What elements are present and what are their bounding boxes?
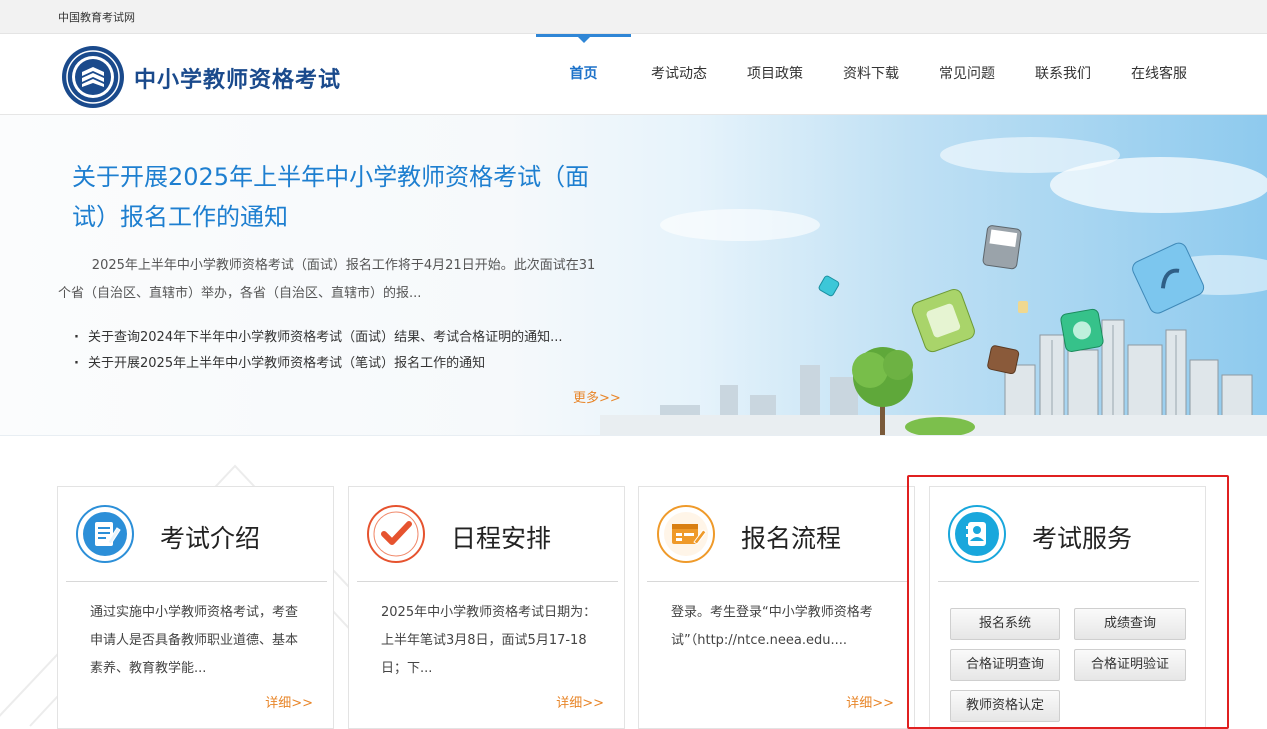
card-exam-intro: 考试介绍 通过实施中小学教师资格考试，考查申请人是否具备教师职业道德、基本素养、… xyxy=(57,486,334,729)
card-detail-link[interactable]: 详细>> xyxy=(265,692,313,711)
card-schedule: 日程安排 2025年中小学教师资格考试日期为：上半年笔试3月8日，面试5月17-… xyxy=(348,486,625,729)
certificate-verify-button[interactable]: 合格证明验证 xyxy=(1074,649,1186,681)
nav-online-service[interactable]: 在线客服 xyxy=(1111,34,1207,115)
card-header: 日程安排 xyxy=(357,487,618,582)
document-edit-icon xyxy=(76,505,134,563)
card-description: 登录。考生登录“中小学教师资格考试”（http://ntce.neea.edu.… xyxy=(671,605,873,648)
nav-home[interactable]: 首页 xyxy=(536,34,631,115)
card-title[interactable]: 日程安排 xyxy=(451,519,551,555)
certificate-query-button[interactable]: 合格证明查询 xyxy=(950,649,1060,681)
city-cubes-illustration xyxy=(600,137,1267,435)
headline-link[interactable]: 关于开展2025年上半年中小学教师资格考试（面试）报名工作的通知 xyxy=(72,157,612,237)
news-item[interactable]: 关于开展2025年上半年中小学教师资格考试（笔试）报名工作的通知 xyxy=(74,351,634,377)
hero-banner: 关于开展2025年上半年中小学教师资格考试（面试）报名工作的通知 2025年上半… xyxy=(0,115,1267,436)
score-query-button[interactable]: 成绩查询 xyxy=(1074,608,1186,640)
registration-form-icon xyxy=(657,505,715,563)
card-header: 考试服务 xyxy=(938,487,1199,582)
nav-exam-news[interactable]: 考试动态 xyxy=(631,34,727,115)
card-detail-link[interactable]: 详细>> xyxy=(846,692,894,711)
card-description: 2025年中小学教师资格考试日期为：上半年笔试3月8日，面试5月17-18日；下… xyxy=(381,605,597,676)
card-title[interactable]: 报名流程 xyxy=(741,519,841,555)
neea-site-link[interactable]: 中国教育考试网 xyxy=(58,9,135,25)
headline-summary: 2025年上半年中小学教师资格考试（面试）报名工作将于4月21日开始。此次面试在… xyxy=(58,258,596,301)
card-registration-process: 报名流程 登录。考生登录“中小学教师资格考试”（http://ntce.neea… xyxy=(638,486,915,729)
nav-faq[interactable]: 常见问题 xyxy=(919,34,1015,115)
emblem-logo-icon[interactable] xyxy=(61,45,125,109)
nav-policies[interactable]: 项目政策 xyxy=(727,34,823,115)
card-detail-link[interactable]: 详细>> xyxy=(556,692,604,711)
teacher-qualification-button[interactable]: 教师资格认定 xyxy=(950,690,1060,722)
news-item[interactable]: 关于查询2024年下半年中小学教师资格考试（面试）结果、考试合格证明的通知... xyxy=(74,325,634,351)
registration-system-button[interactable]: 报名系统 xyxy=(950,608,1060,640)
site-header: 中小学教师资格考试 首页 考试动态 项目政策 资料下载 常见问题 联系我们 在线… xyxy=(0,34,1267,115)
card-title[interactable]: 考试介绍 xyxy=(160,519,260,555)
more-news-link[interactable]: 更多>> xyxy=(573,387,621,406)
card-title[interactable]: 考试服务 xyxy=(1032,519,1132,555)
checkmark-icon xyxy=(367,505,425,563)
card-description: 通过实施中小学教师资格考试，考查申请人是否具备教师职业道德、基本素养、教育教学能… xyxy=(90,605,299,676)
nav-downloads[interactable]: 资料下载 xyxy=(823,34,919,115)
nav-contact[interactable]: 联系我们 xyxy=(1015,34,1111,115)
news-list: 关于查询2024年下半年中小学教师资格考试（面试）结果、考试合格证明的通知...… xyxy=(74,325,634,377)
top-strip: 中国教育考试网 xyxy=(0,0,1267,34)
contact-book-icon xyxy=(948,505,1006,563)
site-title[interactable]: 中小学教师资格考试 xyxy=(134,62,341,94)
card-header: 报名流程 xyxy=(647,487,908,582)
card-exam-services: 考试服务 报名系统 成绩查询 合格证明查询 合格证明验证 教师资格认定 xyxy=(929,486,1206,729)
card-header: 考试介绍 xyxy=(66,487,327,582)
